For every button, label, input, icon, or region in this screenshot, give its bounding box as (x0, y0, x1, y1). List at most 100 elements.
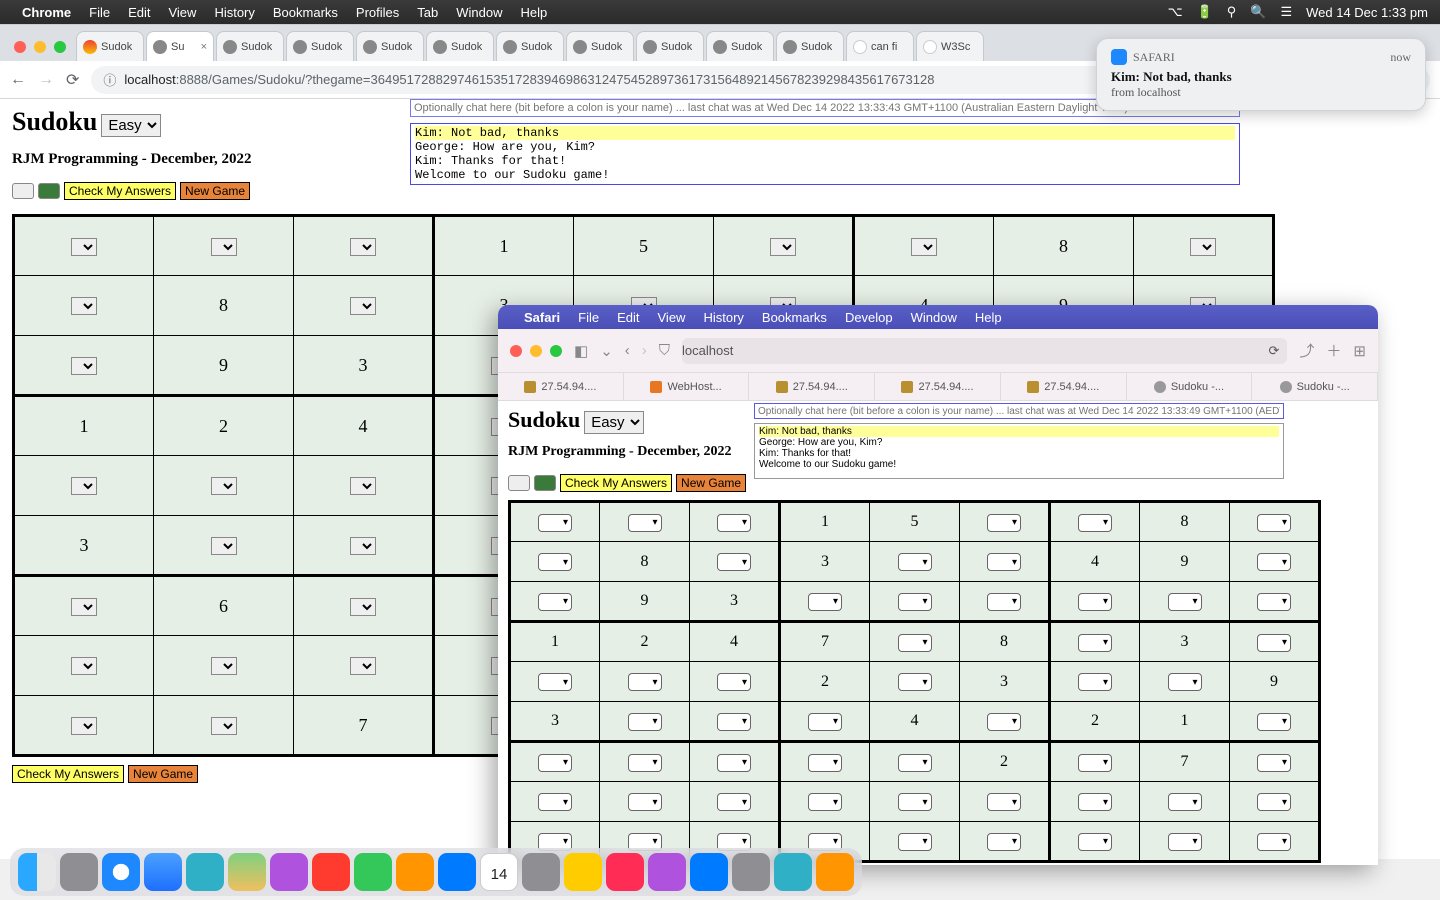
bluetooth-icon[interactable]: ⌥ (1168, 4, 1183, 20)
sudoku-cell[interactable] (14, 276, 154, 336)
shield-icon[interactable]: ⛉ (659, 342, 670, 359)
sudoku-cell[interactable]: ▾ (780, 582, 870, 622)
menu-window[interactable]: Window (911, 310, 957, 325)
sudoku-cell[interactable] (154, 696, 294, 756)
sudoku-cell[interactable]: ▾ (690, 502, 780, 542)
preview-icon[interactable] (816, 853, 854, 891)
cell-select[interactable]: ▾ (808, 793, 842, 811)
cell-select[interactable]: ▾ (538, 793, 572, 811)
cell-select[interactable]: ▾ (1257, 833, 1291, 851)
sudoku-cell[interactable]: ▾ (600, 742, 690, 782)
sudoku-cell[interactable]: ▾ (960, 702, 1050, 742)
cell-select[interactable] (350, 297, 376, 315)
menu-help[interactable]: Help (975, 310, 1002, 325)
sudoku-cell[interactable] (294, 576, 434, 636)
calendar-icon[interactable] (480, 853, 518, 891)
sudoku-cell[interactable] (154, 516, 294, 576)
menu-view[interactable]: View (658, 310, 686, 325)
browser-tab[interactable]: Sudok (76, 31, 144, 61)
menu-help[interactable]: Help (521, 5, 548, 20)
sudoku-cell[interactable]: ▾ (690, 542, 780, 582)
sudoku-cell[interactable] (14, 456, 154, 516)
sudoku-cell[interactable] (154, 636, 294, 696)
facetime-icon[interactable] (354, 853, 392, 891)
sudoku-cell[interactable]: ▾ (780, 742, 870, 782)
opera-icon[interactable] (312, 853, 350, 891)
messages-icon[interactable] (186, 853, 224, 891)
sudoku-cell[interactable]: ▾ (870, 822, 960, 862)
back-icon[interactable]: ← (10, 71, 26, 89)
cell-select[interactable]: ▾ (1168, 793, 1202, 811)
sudoku-cell[interactable]: ▾ (510, 582, 600, 622)
cell-select[interactable]: ▾ (628, 713, 662, 731)
menu-history[interactable]: History (703, 310, 743, 325)
cell-select[interactable] (71, 238, 97, 256)
menu-develop[interactable]: Develop (845, 310, 893, 325)
sidebar-icon[interactable]: ◧ (574, 342, 588, 360)
cell-select[interactable]: ▾ (1078, 593, 1112, 611)
control-center-icon[interactable]: ☰ (1280, 4, 1292, 20)
browser-tab[interactable]: can fi (846, 31, 914, 61)
sudoku-cell[interactable]: ▾ (600, 782, 690, 822)
photos-icon[interactable] (270, 853, 308, 891)
sudoku-cell[interactable]: ▾ (870, 622, 960, 662)
cell-select[interactable]: ▾ (987, 514, 1021, 532)
sudoku-cell[interactable]: ▾ (1140, 582, 1230, 622)
sudoku-cell[interactable]: ▾ (600, 662, 690, 702)
zoom-window-icon[interactable] (54, 41, 66, 53)
sudoku-cell[interactable] (714, 216, 854, 276)
cell-select[interactable]: ▾ (987, 713, 1021, 731)
minimize-window-icon[interactable] (34, 41, 46, 53)
browser-tab[interactable]: Sudok (356, 31, 424, 61)
reload-icon[interactable]: ⟳ (1268, 343, 1279, 359)
sudoku-cell[interactable]: ▾ (510, 542, 600, 582)
cell-select[interactable] (350, 238, 376, 256)
ibooks-icon[interactable] (396, 853, 434, 891)
chat-log[interactable]: Kim: Not bad, thanks George: How are you… (410, 123, 1240, 185)
cell-select[interactable]: ▾ (538, 754, 572, 772)
safari-tab[interactable]: WebHost... (624, 373, 750, 400)
cell-select[interactable]: ▾ (628, 754, 662, 772)
cell-select[interactable]: ▾ (898, 833, 932, 851)
menu-edit[interactable]: Edit (128, 5, 150, 20)
cell-select[interactable]: ▾ (987, 833, 1021, 851)
cell-select[interactable]: ▾ (808, 754, 842, 772)
sudoku-cell[interactable]: ▾ (510, 662, 600, 702)
cell-select[interactable]: ▾ (717, 793, 751, 811)
sudoku-cell[interactable]: ▾ (960, 542, 1050, 582)
sudoku-cell[interactable]: ▾ (870, 582, 960, 622)
tabs-overview-icon[interactable]: ⊞ (1353, 342, 1366, 360)
cell-select[interactable]: ▾ (538, 553, 572, 571)
menu-edit[interactable]: Edit (617, 310, 639, 325)
sudoku-cell[interactable] (14, 636, 154, 696)
zoom-window-icon[interactable] (550, 345, 562, 357)
cell-select[interactable]: ▾ (1078, 634, 1112, 652)
tv-icon[interactable] (732, 853, 770, 891)
cell-select[interactable]: ▾ (538, 593, 572, 611)
cell-select[interactable]: ▾ (538, 514, 572, 532)
difficulty-select[interactable]: Easy (101, 114, 161, 137)
sudoku-cell[interactable]: ▾ (1230, 822, 1320, 862)
sudoku-cell[interactable]: ▾ (1230, 742, 1320, 782)
cell-select[interactable]: ▾ (717, 553, 751, 571)
mail-icon[interactable] (144, 853, 182, 891)
cell-select[interactable] (211, 537, 237, 555)
browser-tab[interactable]: W3Sc (916, 31, 984, 61)
safari-address-bar[interactable]: localhost ⟳ (682, 338, 1287, 364)
sudoku-cell[interactable] (14, 336, 154, 396)
cell-select[interactable] (71, 717, 97, 735)
close-tab-icon[interactable]: × (201, 41, 207, 53)
cell-select[interactable] (71, 357, 97, 375)
cell-select[interactable]: ▾ (628, 673, 662, 691)
sudoku-cell[interactable]: ▾ (600, 702, 690, 742)
appstore-icon[interactable] (438, 853, 476, 891)
cell-select[interactable]: ▾ (1257, 793, 1291, 811)
chevron-down-icon[interactable]: ⌄ (600, 342, 613, 360)
browser-tab[interactable]: Su× (146, 31, 214, 61)
sudoku-cell[interactable]: ▾ (690, 702, 780, 742)
sudoku-cell[interactable]: ▾ (1230, 502, 1320, 542)
notes-icon[interactable] (564, 853, 602, 891)
cell-select[interactable]: ▾ (898, 793, 932, 811)
share-icon[interactable]: ⤴ (1299, 340, 1314, 361)
cell-select[interactable] (71, 297, 97, 315)
